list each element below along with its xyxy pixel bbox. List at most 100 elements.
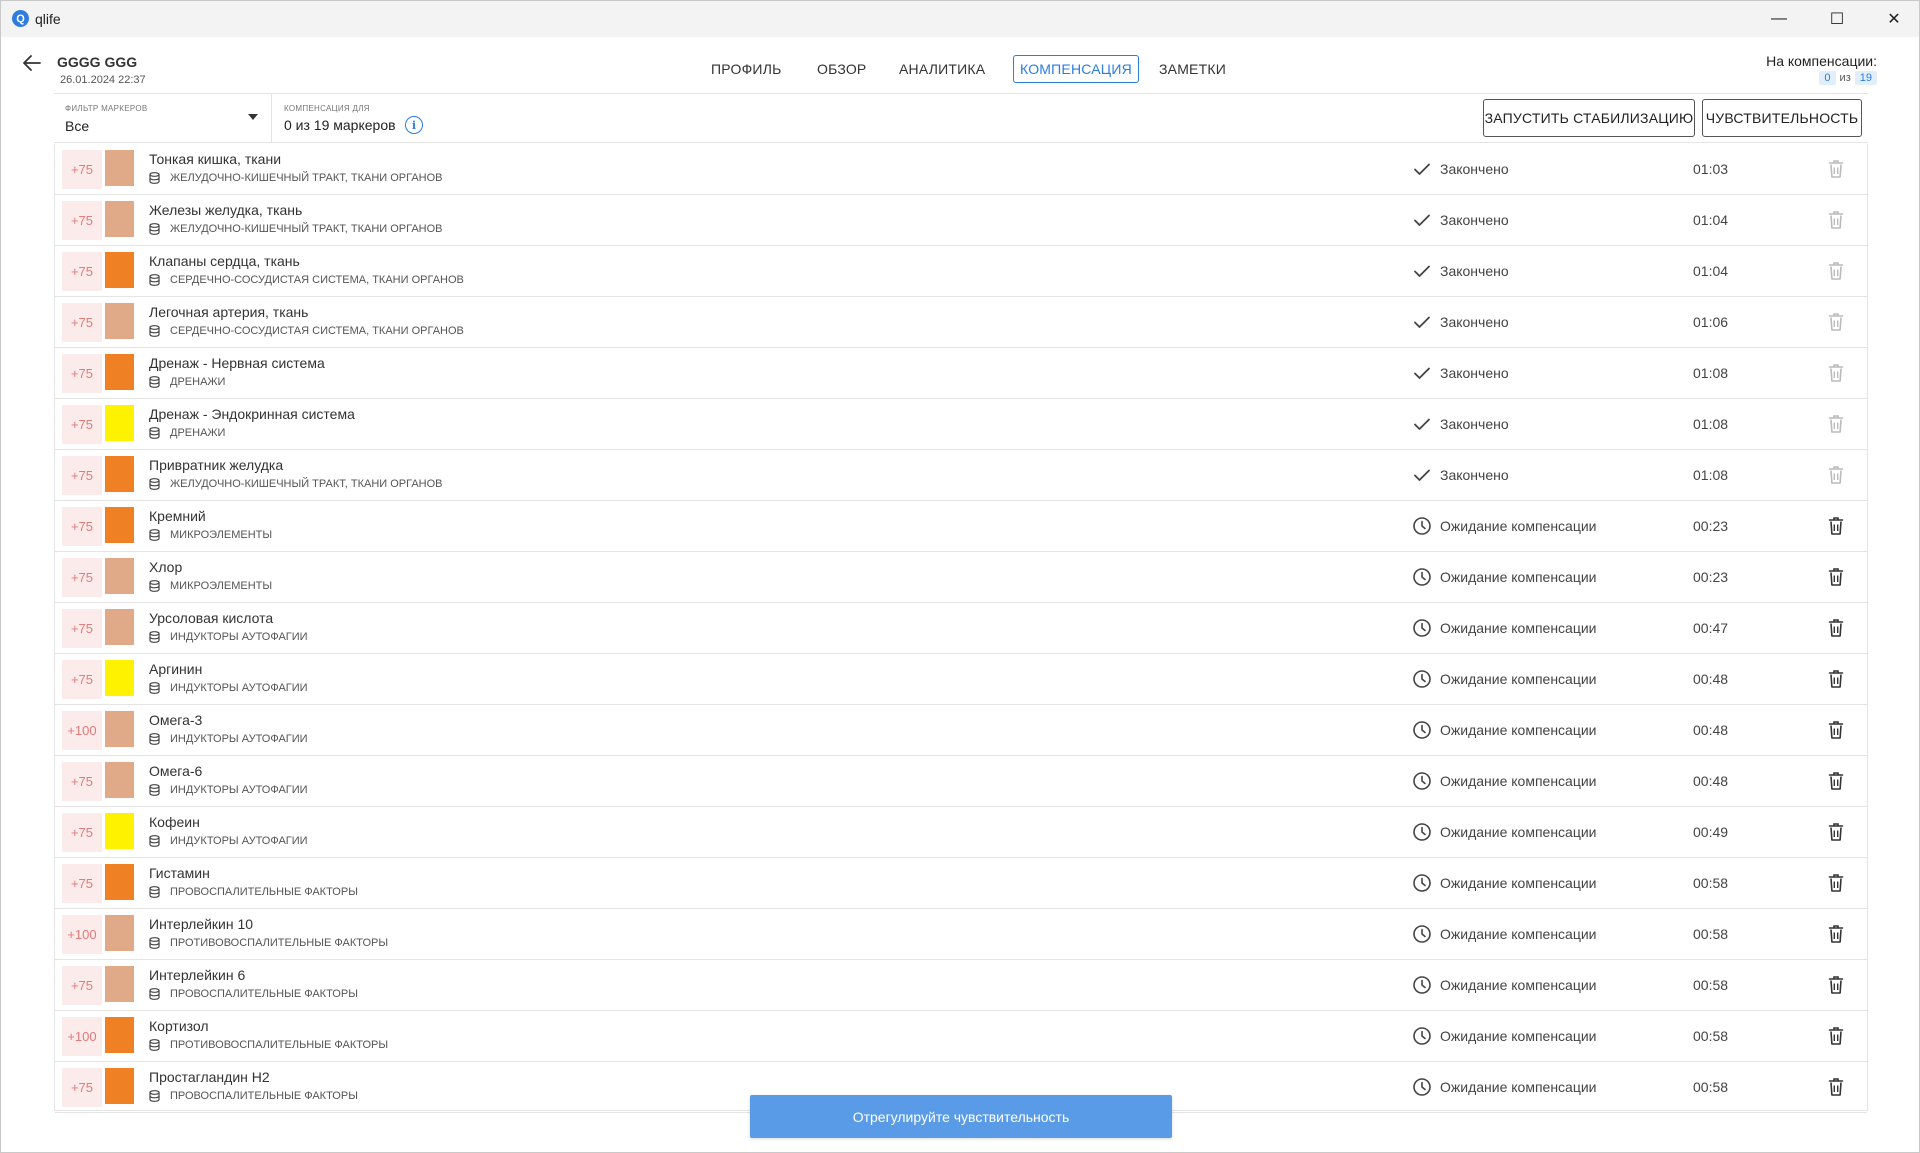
color-swatch (105, 507, 134, 543)
clock-icon (1413, 568, 1431, 586)
color-swatch (105, 762, 134, 798)
minimize-button[interactable]: — (1750, 1, 1808, 37)
database-icon (149, 325, 160, 337)
caret-down-icon (248, 114, 258, 120)
duration-time: 01:04 (1693, 212, 1729, 228)
check-icon (1414, 163, 1430, 175)
app-logo-icon: Q (12, 10, 29, 27)
marker-row[interactable]: +75 Омега-6 ИНДУКТОРЫ АУТОФАГИИ Ожидание ко… (55, 756, 1867, 807)
score-badge: +75 (62, 354, 102, 393)
maximize-button[interactable]: ☐ (1808, 1, 1866, 37)
check-icon (1414, 214, 1430, 226)
database-icon (149, 835, 160, 847)
info-icon[interactable]: i (405, 116, 423, 134)
marker-row[interactable]: +75 Урсоловая кислота ИНДУКТОРЫ АУТОФАГИИ О… (55, 603, 1867, 654)
marker-name: Хлор (149, 559, 183, 575)
marker-row[interactable]: +75 Дренаж - Эндокринная система ДРЕНАЖИ За… (55, 399, 1867, 450)
marker-row[interactable]: +100 Омега-3 ИНДУКТОРЫ АУТОФАГИИ Ожидание к… (55, 705, 1867, 756)
trash-icon[interactable] (1828, 1077, 1844, 1097)
marker-row[interactable]: +75 Привратник желудка ЖЕЛУДОЧНО-КИШЕЧНЫЙ … (55, 450, 1867, 501)
adjust-sensitivity-button[interactable]: Отрегулируйте чувствительность (750, 1095, 1172, 1138)
compensation-of-text: из (1839, 72, 1851, 84)
marker-category: ЖЕЛУДОЧНО-КИШЕЧНЫЙ ТРАКТ, ТКАНИ ОРГАНОВ (149, 223, 443, 235)
trash-icon[interactable] (1828, 567, 1844, 587)
score-badge: +75 (62, 558, 102, 597)
marker-row[interactable]: +75 Аргинин ИНДУКТОРЫ АУТОФАГИИ Ожидание ко… (55, 654, 1867, 705)
status-text: Ожидание компенсации (1440, 1079, 1597, 1095)
trash-icon[interactable] (1828, 618, 1844, 638)
score-badge: +75 (62, 252, 102, 291)
trash-icon[interactable] (1828, 771, 1844, 791)
category-label: МИКРОЭЛЕМЕНТЫ (170, 580, 273, 592)
duration-time: 01:08 (1693, 416, 1729, 432)
trash-icon[interactable] (1828, 873, 1844, 893)
category-label: СЕРДЕЧНО-СОСУДИСТАЯ СИСТЕМА, ТКАНИ ОРГАН… (170, 325, 464, 337)
marker-name: Железы желудка, ткань (149, 202, 303, 218)
color-swatch (105, 864, 134, 900)
status-text: Закончено (1440, 416, 1509, 432)
marker-row[interactable]: +75 Железы желудка, ткань ЖЕЛУДОЧНО-КИШЕЧН… (55, 195, 1867, 246)
category-label: ЖЕЛУДОЧНО-КИШЕЧНЫЙ ТРАКТ, ТКАНИ ОРГАНОВ (170, 478, 443, 490)
color-swatch (105, 1017, 134, 1053)
clock-icon (1413, 721, 1431, 739)
marker-row[interactable]: +75 Интерлейкин 6 ПРОВОСПАЛИТЕЛЬНЫЕ ФАКТОР… (55, 960, 1867, 1011)
color-swatch (105, 456, 134, 492)
marker-row[interactable]: +100 Интерлейкин 10 ПРОТИВОВОСПАЛИТЕЛЬНЫЕ … (55, 909, 1867, 960)
trash-icon[interactable] (1828, 516, 1844, 536)
duration-time: 00:58 (1693, 977, 1729, 993)
check-icon (1414, 367, 1430, 379)
marker-name: Клапаны сердца, ткань (149, 253, 300, 269)
marker-row[interactable]: +75 Клапаны сердца, ткань СЕРДЕЧНО-СОСУДИС… (55, 246, 1867, 297)
duration-time: 01:04 (1693, 263, 1729, 279)
tab-profile[interactable]: ПРОФИЛЬ (705, 55, 787, 83)
marker-row[interactable]: +75 Хлор МИКРОЭЛЕМЕНТЫ Ожидание компенсации… (55, 552, 1867, 603)
sensitivity-button[interactable]: ЧУВСТВИТЕЛЬНОСТЬ (1702, 99, 1862, 137)
status-text: Закончено (1440, 314, 1509, 330)
color-swatch (105, 201, 134, 237)
trash-icon[interactable] (1828, 669, 1844, 689)
color-swatch (105, 1068, 134, 1104)
duration-time: 00:58 (1693, 1028, 1729, 1044)
marker-name: Привратник желудка (149, 457, 284, 473)
clock-icon (1413, 874, 1431, 892)
score-badge: +100 (62, 711, 102, 750)
start-stabilization-button[interactable]: ЗАПУСТИТЬ СТАБИЛИЗАЦИЮ (1483, 99, 1695, 137)
color-swatch (105, 813, 134, 849)
trash-icon[interactable] (1828, 720, 1844, 740)
color-swatch (105, 150, 134, 186)
close-button[interactable]: ✕ (1865, 1, 1920, 37)
filter-caption: ФИЛЬТР МАРКЕРОВ (65, 104, 148, 113)
tab-analytics[interactable]: АНАЛИТИКА (893, 55, 991, 83)
marker-filter-dropdown[interactable]: ФИЛЬТР МАРКЕРОВ Все (54, 94, 272, 142)
tab-overview[interactable]: ОБЗОР (811, 55, 872, 83)
compensation-label: На компенсации: (1766, 53, 1877, 69)
trash-icon[interactable] (1828, 924, 1844, 944)
compensation-counter: На компенсации: 0 из 19 (1766, 53, 1877, 85)
duration-time: 01:03 (1693, 161, 1729, 177)
trash-icon[interactable] (1828, 1026, 1844, 1046)
trash-icon (1828, 466, 1844, 484)
marker-row[interactable]: +75 Легочная артерия, ткань СЕРДЕЧНО-СОСУД… (55, 297, 1867, 348)
duration-time: 00:23 (1693, 569, 1729, 585)
marker-row[interactable]: +75 Тонкая кишка, ткани ЖЕЛУДОЧНО-КИШЕЧНЫЙ… (55, 144, 1867, 195)
status-text: Ожидание компенсации (1440, 875, 1597, 891)
trash-icon[interactable] (1828, 822, 1844, 842)
category-label: ДРЕНАЖИ (170, 376, 226, 388)
marker-row[interactable]: +75 Дренаж - Нервная система ДРЕНАЖИ Законч… (55, 348, 1867, 399)
category-label: ПРОТИВОВОСПАЛИТЕЛЬНЫЕ ФАКТОРЫ (170, 937, 389, 949)
marker-row[interactable]: +75 Гистамин ПРОВОСПАЛИТЕЛЬНЫЕ ФАКТОРЫ Ожид… (55, 858, 1867, 909)
tab-notes[interactable]: ЗАМЕТКИ (1153, 55, 1232, 83)
score-badge: +75 (62, 762, 102, 801)
trash-icon[interactable] (1828, 975, 1844, 995)
marker-row[interactable]: +75 Кофеин ИНДУКТОРЫ АУТОФАГИИ Ожидание ком… (55, 807, 1867, 858)
color-swatch (105, 303, 134, 339)
database-icon (149, 172, 160, 184)
marker-category: ДРЕНАЖИ (149, 427, 225, 439)
marker-row[interactable]: +100 Кортизол ПРОТИВОВОСПАЛИТЕЛЬНЫЕ ФАКТОР… (55, 1011, 1867, 1062)
tab-compensation[interactable]: КОМПЕНСАЦИЯ (1013, 55, 1139, 83)
score-badge: +75 (62, 201, 102, 240)
status-text: Закончено (1440, 263, 1509, 279)
marker-row[interactable]: +75 Кремний МИКРОЭЛЕМЕНТЫ Ожидание компенса… (55, 501, 1867, 552)
color-swatch (105, 966, 134, 1002)
marker-category: ПРОВОСПАЛИТЕЛЬНЫЕ ФАКТОРЫ (149, 988, 358, 1000)
